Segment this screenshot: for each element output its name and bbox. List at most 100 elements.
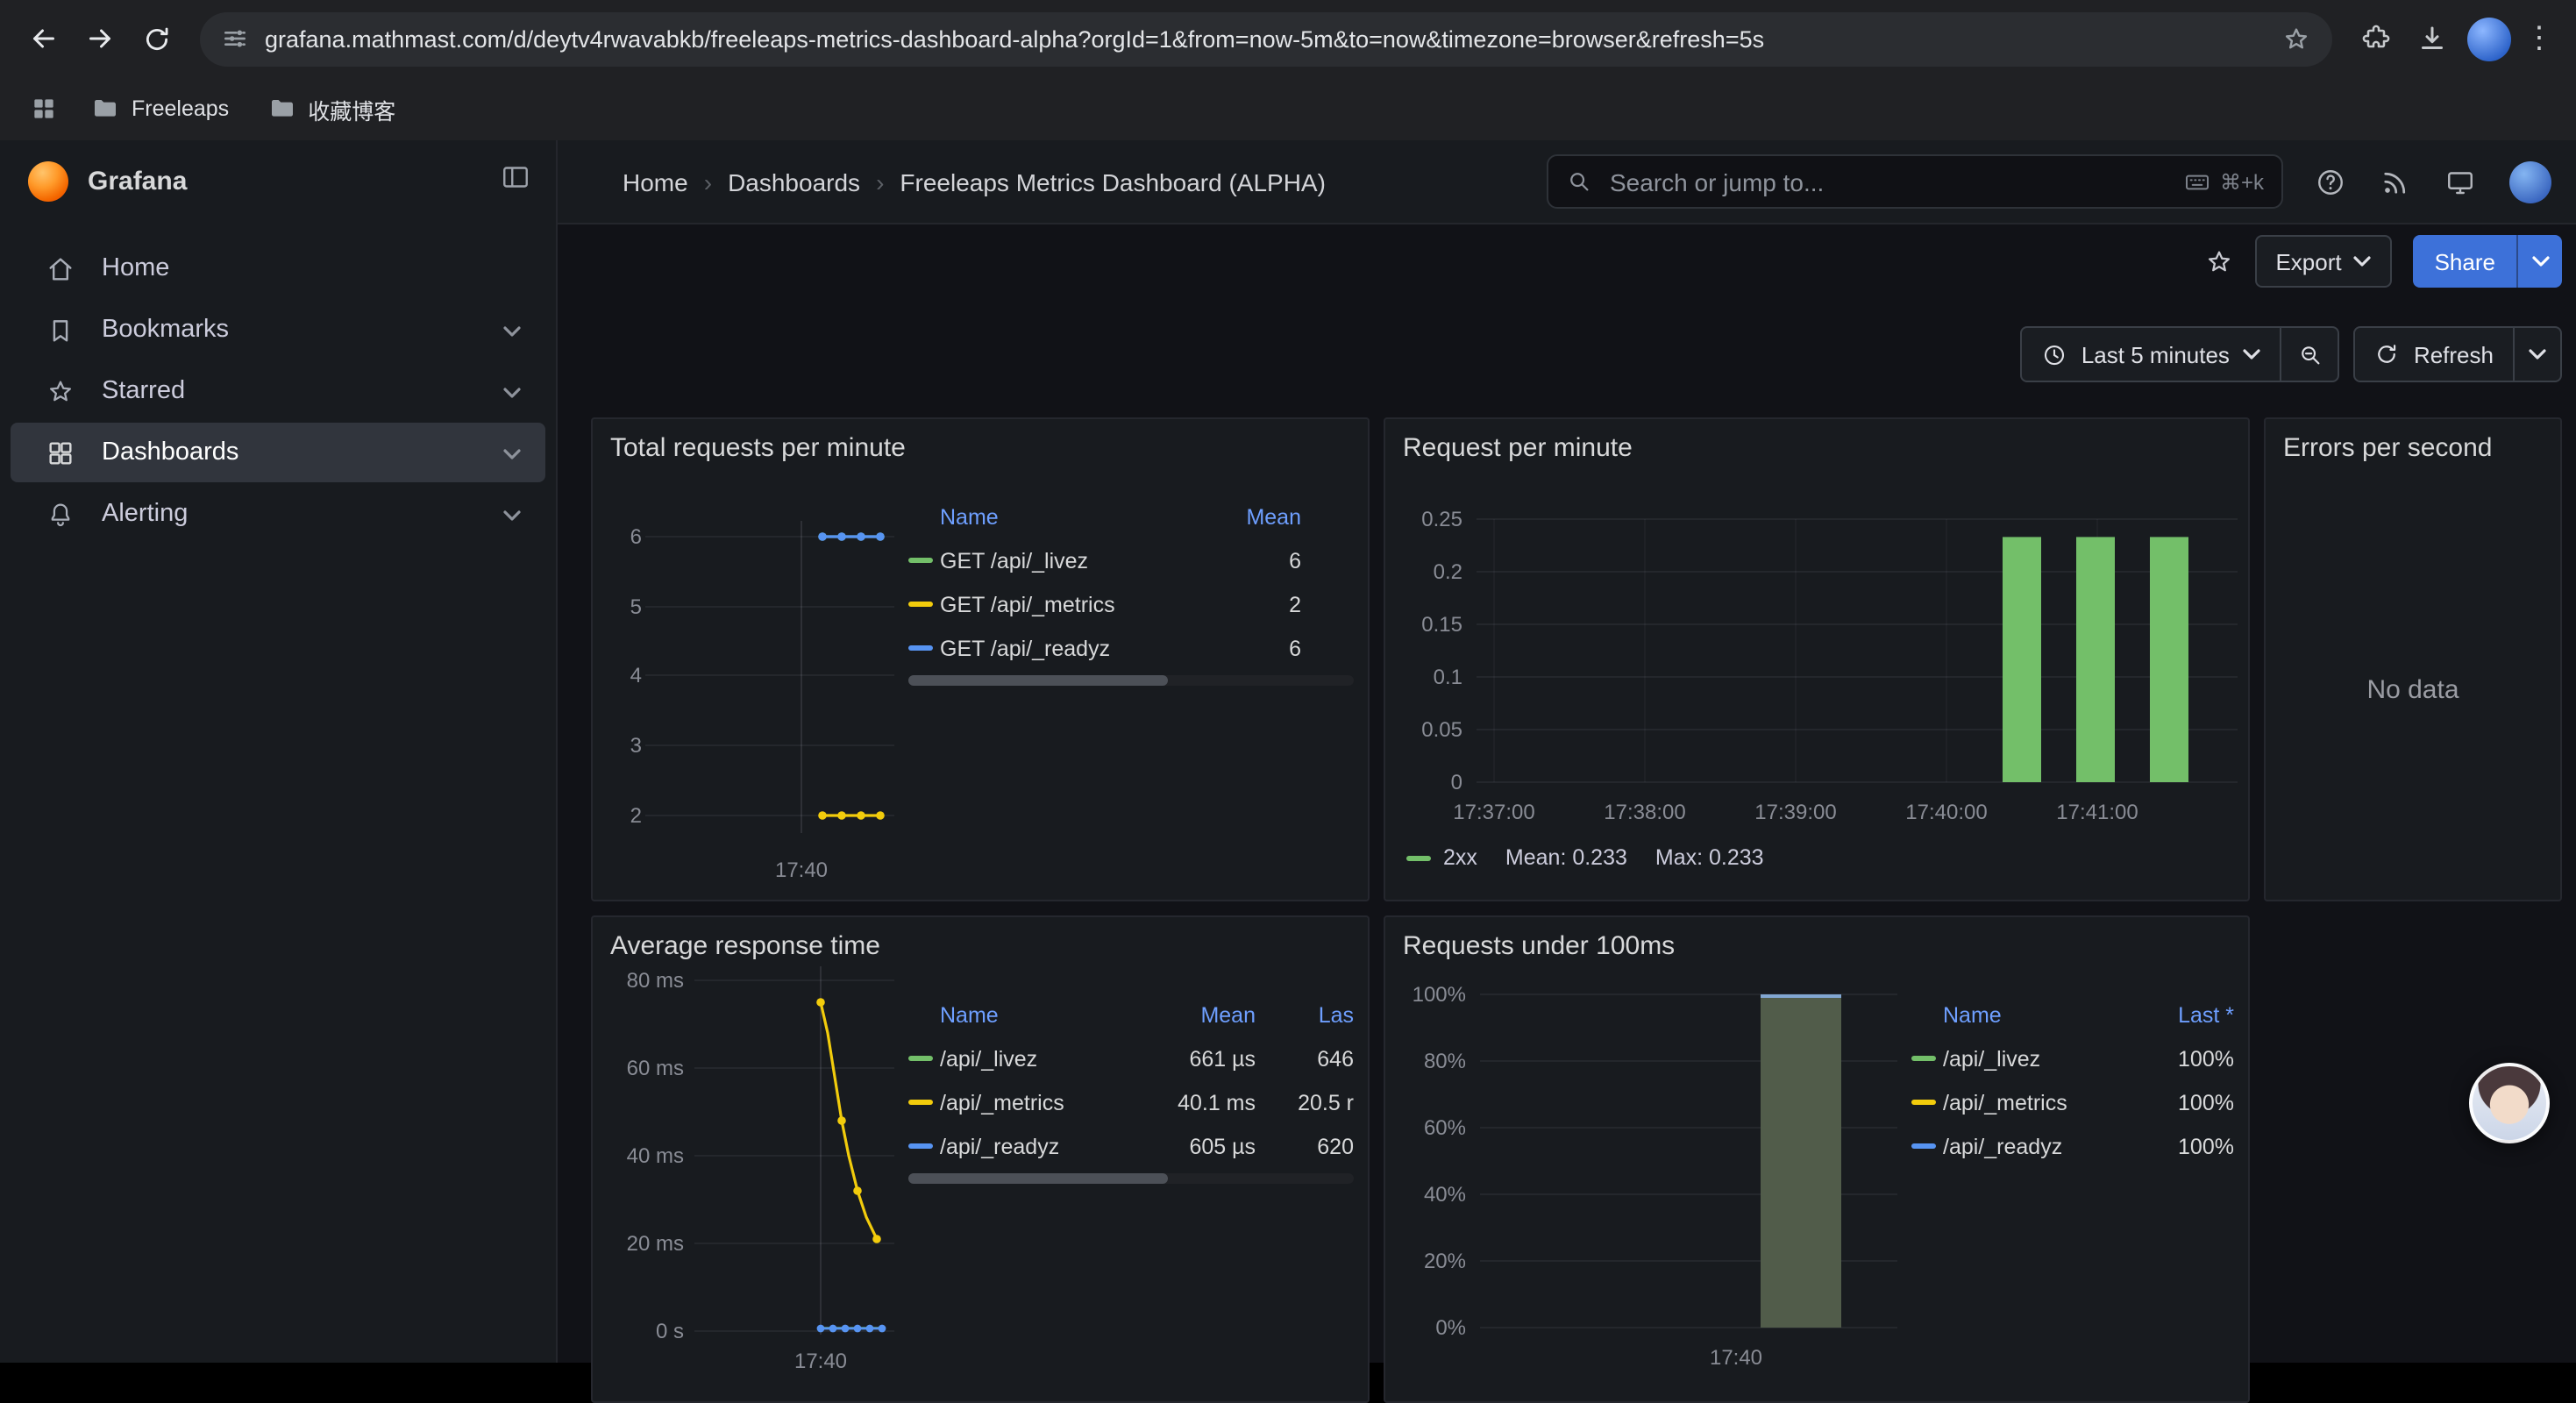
x-tick: 17:40 bbox=[749, 858, 854, 882]
breadcrumb-current: Freeleaps Metrics Dashboard (ALPHA) bbox=[900, 167, 1326, 196]
grafana-logo[interactable] bbox=[28, 161, 68, 202]
panel-request-per-minute: Request per minute 0.25 0.2 0.15 0.1 0.0… bbox=[1384, 417, 2250, 901]
series-name[interactable]: GET /api/_metrics bbox=[940, 592, 1217, 616]
rss-icon[interactable] bbox=[2380, 166, 2411, 197]
chevron-down-icon bbox=[2354, 256, 2372, 267]
sidebar-item-bookmarks[interactable]: Bookmarks bbox=[11, 300, 545, 360]
chevron-down-icon[interactable] bbox=[503, 500, 521, 528]
keyboard-icon bbox=[2183, 167, 2211, 196]
series-name[interactable]: /api/_livez bbox=[1943, 1046, 2143, 1071]
panel-title[interactable]: Errors per second bbox=[2283, 433, 2492, 463]
series-name[interactable]: GET /api/_livez bbox=[940, 548, 1217, 573]
browser-menu-button[interactable]: ⋮ bbox=[2520, 21, 2558, 56]
bookmark-item[interactable]: 收藏博客 bbox=[253, 85, 409, 132]
panel-title[interactable]: Total requests per minute bbox=[610, 433, 906, 463]
x-tick: 17:40:00 bbox=[1890, 800, 2003, 824]
series-color-dash bbox=[908, 558, 933, 563]
series-name[interactable]: GET /api/_readyz bbox=[940, 636, 1217, 660]
series-mean: 2 bbox=[1217, 592, 1301, 616]
breadcrumb-home[interactable]: Home bbox=[623, 167, 688, 196]
url-bar[interactable]: grafana.mathmast.com/d/deytv4rwavabkb/fr… bbox=[200, 11, 2332, 66]
series-color-dash bbox=[908, 1100, 933, 1105]
breadcrumb-dashboards[interactable]: Dashboards bbox=[728, 167, 860, 196]
y-tick: 60 ms bbox=[603, 1056, 684, 1080]
share-button[interactable]: Share bbox=[2414, 235, 2516, 288]
series-name[interactable]: /api/_metrics bbox=[1943, 1090, 2143, 1115]
series-last: 100% bbox=[2143, 1090, 2234, 1115]
url-text[interactable]: grafana.mathmast.com/d/deytv4rwavabkb/fr… bbox=[265, 25, 2266, 52]
site-settings-icon[interactable] bbox=[221, 25, 249, 53]
downloads-button[interactable] bbox=[2406, 12, 2459, 65]
sidebar-toggle-button[interactable] bbox=[500, 161, 531, 202]
grafana-brand: Grafana bbox=[88, 167, 187, 196]
download-icon bbox=[2416, 23, 2448, 54]
browser-toolbar: grafana.mathmast.com/d/deytv4rwavabkb/fr… bbox=[0, 0, 2576, 77]
browser-profile-avatar[interactable] bbox=[2467, 17, 2511, 61]
series-name[interactable]: /api/_metrics bbox=[940, 1090, 1140, 1115]
export-button[interactable]: Export bbox=[2254, 235, 2392, 288]
screen: grafana.mathmast.com/d/deytv4rwavabkb/fr… bbox=[0, 0, 2576, 1363]
sidebar-item-label: Bookmarks bbox=[102, 316, 229, 344]
bookmark-item[interactable]: Freeleaps bbox=[77, 88, 243, 130]
series-name[interactable]: /api/_readyz bbox=[1943, 1134, 2143, 1158]
search-input[interactable] bbox=[1606, 166, 2169, 197]
sidebar-item-alerting[interactable]: Alerting bbox=[11, 484, 545, 544]
reload-button[interactable] bbox=[130, 12, 182, 65]
user-avatar[interactable] bbox=[2509, 160, 2551, 203]
legend-header: Name Mean bbox=[908, 496, 1301, 538]
share-menu-button[interactable] bbox=[2516, 235, 2562, 288]
panel-title[interactable]: Request per minute bbox=[1403, 433, 1633, 463]
series-name[interactable]: 2xx bbox=[1443, 845, 1477, 870]
series-name[interactable]: /api/_livez bbox=[940, 1046, 1140, 1071]
legend-row: GET /api/_metrics 2 bbox=[908, 582, 1301, 626]
time-range-picker[interactable]: Last 5 minutes bbox=[2022, 328, 2281, 381]
extensions-button[interactable] bbox=[2350, 12, 2402, 65]
floating-avatar[interactable] bbox=[2469, 1063, 2550, 1143]
panel-title[interactable]: Average response time bbox=[610, 931, 880, 961]
forward-button[interactable] bbox=[74, 12, 126, 65]
breadcrumb-separator: › bbox=[876, 167, 884, 196]
panel-title[interactable]: Requests under 100ms bbox=[1403, 931, 1675, 961]
legend-table: Name Mean Las /api/_livez 661 µs 646 /ap… bbox=[908, 994, 1354, 1168]
y-tick: 0.15 bbox=[1399, 612, 1462, 637]
zoom-out-button[interactable] bbox=[2281, 328, 2338, 381]
reload-icon bbox=[141, 24, 171, 53]
refresh-interval-button[interactable] bbox=[2513, 328, 2560, 381]
legend-row: /api/_livez 100% bbox=[1911, 1036, 2234, 1080]
x-tick: 17:41:00 bbox=[2041, 800, 2153, 824]
bookmark-star-icon[interactable] bbox=[2281, 24, 2311, 53]
legend-table: Name Last * /api/_livez 100% /api/_metri… bbox=[1911, 994, 2234, 1168]
chevron-down-icon[interactable] bbox=[503, 316, 521, 344]
sidebar-item-dashboards[interactable]: Dashboards bbox=[11, 423, 545, 482]
chevron-down-icon[interactable] bbox=[503, 438, 521, 466]
back-button[interactable] bbox=[18, 12, 70, 65]
legend-scrollbar[interactable] bbox=[908, 675, 1354, 686]
refresh-button[interactable]: Refresh bbox=[2356, 328, 2513, 381]
legend-scrollbar[interactable] bbox=[908, 1173, 1354, 1184]
y-tick: 20 ms bbox=[603, 1231, 684, 1256]
time-controls-row: Last 5 minutes Refresh bbox=[2020, 326, 2562, 382]
y-tick: 2 bbox=[603, 803, 642, 828]
legend-header: Name Mean Las bbox=[908, 994, 1354, 1036]
breadcrumb-separator: › bbox=[704, 167, 712, 196]
sidebar-item-starred[interactable]: Starred bbox=[11, 361, 545, 421]
scrollbar-thumb[interactable] bbox=[908, 675, 1168, 686]
legend-row: /api/_readyz 605 µs 620 bbox=[908, 1124, 1354, 1168]
y-tick: 0.2 bbox=[1399, 559, 1462, 584]
search-box[interactable]: ⌘+k bbox=[1547, 154, 2283, 209]
help-icon[interactable] bbox=[2315, 166, 2346, 197]
home-icon bbox=[46, 253, 75, 283]
sidebar-item-home[interactable]: Home bbox=[11, 239, 545, 298]
bookmarks-bar: Freeleaps 收藏博客 bbox=[0, 77, 2576, 142]
monitor-icon[interactable] bbox=[2444, 166, 2476, 197]
y-tick: 60% bbox=[1396, 1115, 1466, 1140]
series-color-dash bbox=[1911, 1056, 1936, 1061]
bookmark-icon bbox=[46, 315, 75, 345]
breadcrumb: Home › Dashboards › Freeleaps Metrics Da… bbox=[623, 167, 1326, 196]
favorite-star-button[interactable] bbox=[2203, 246, 2233, 276]
series-color-dash bbox=[908, 1143, 933, 1149]
scrollbar-thumb[interactable] bbox=[908, 1173, 1168, 1184]
chevron-down-icon[interactable] bbox=[503, 377, 521, 405]
series-name[interactable]: /api/_readyz bbox=[940, 1134, 1140, 1158]
apps-grid-button[interactable] bbox=[21, 86, 67, 132]
